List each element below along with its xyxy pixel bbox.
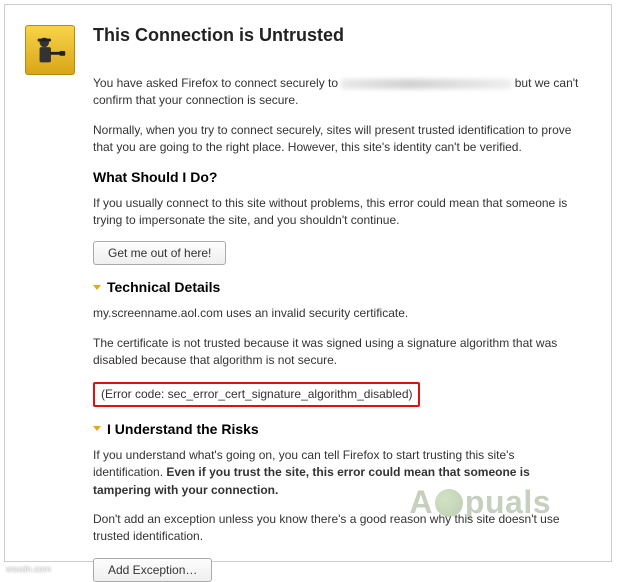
warning-officer-icon: [25, 25, 75, 75]
understand-risks-heading: I Understand the Risks: [107, 421, 259, 437]
explain-paragraph: Normally, when you try to connect secure…: [93, 122, 585, 157]
header-row: This Connection is Untrusted: [25, 25, 591, 75]
technical-details-heading: Technical Details: [107, 279, 220, 295]
intro-text-a: You have asked Firefox to connect secure…: [93, 76, 341, 90]
what-should-i-do-heading: What Should I Do?: [93, 169, 585, 185]
get-me-out-button[interactable]: Get me out of here!: [93, 241, 226, 265]
add-exception-button[interactable]: Add Exception…: [93, 558, 212, 582]
content-area: You have asked Firefox to connect secure…: [93, 75, 585, 582]
error-code-highlight: (Error code: sec_error_cert_signature_al…: [93, 382, 420, 407]
tech-line1: my.screenname.aol.com uses an invalid se…: [93, 305, 585, 322]
page-title: This Connection is Untrusted: [93, 25, 591, 46]
untrusted-connection-panel: This Connection is Untrusted You have as…: [4, 4, 612, 562]
risks-para1: If you understand what's going on, you c…: [93, 447, 585, 499]
error-code-line: (Error code: sec_error_cert_signature_al…: [93, 382, 585, 407]
expand-triangle-icon: [93, 426, 101, 431]
risks-para2: Don't add an exception unless you know t…: [93, 511, 585, 546]
expand-triangle-icon: [93, 285, 101, 290]
understand-risks-toggle[interactable]: I Understand the Risks: [93, 421, 585, 437]
what-do-paragraph: If you usually connect to this site with…: [93, 195, 585, 230]
intro-paragraph: You have asked Firefox to connect secure…: [93, 75, 585, 110]
source-tag: wsxdn.com: [6, 564, 51, 574]
tech-line2: The certificate is not trusted because i…: [93, 335, 585, 370]
redacted-hostname: [341, 79, 511, 89]
technical-details-toggle[interactable]: Technical Details: [93, 279, 585, 295]
